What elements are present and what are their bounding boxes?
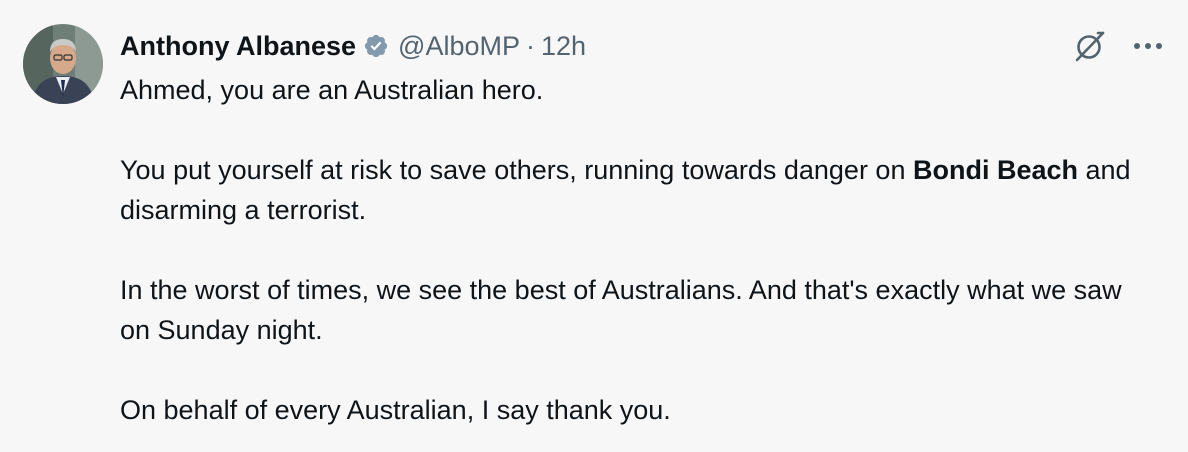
tweet-paragraph-1: Ahmed, you are an Australian hero. [120, 75, 544, 105]
tweet-paragraph-2: You put yourself at risk to save others,… [120, 150, 1140, 230]
grok-icon[interactable] [1072, 28, 1108, 64]
more-icon[interactable] [1130, 28, 1166, 64]
avatar-photo [23, 24, 103, 104]
author-name[interactable]: Anthony Albanese [120, 31, 356, 62]
tweet-text: Ahmed, you are an Australian hero. You p… [120, 70, 1140, 430]
bold-location-text: Bondi Beach [912, 155, 1078, 185]
tweet-actions [1072, 28, 1166, 64]
tweet-header: Anthony Albanese @AlboMP · 12h [120, 28, 586, 64]
verified-badge-icon [363, 33, 389, 59]
separator-dot: · [525, 30, 535, 61]
avatar[interactable] [23, 24, 103, 104]
timestamp[interactable]: 12h [541, 31, 586, 62]
tweet-paragraph-4: On behalf of every Australian, I say tha… [120, 395, 671, 425]
tweet-paragraph-3: In the worst of times, we see the best o… [120, 275, 1122, 345]
author-handle[interactable]: @AlboMP [398, 31, 520, 62]
paragraph-2-text-start: You put yourself at risk to save others,… [120, 155, 913, 185]
tweet-card: Anthony Albanese @AlboMP · 12h Ahmed, yo… [0, 0, 1188, 452]
